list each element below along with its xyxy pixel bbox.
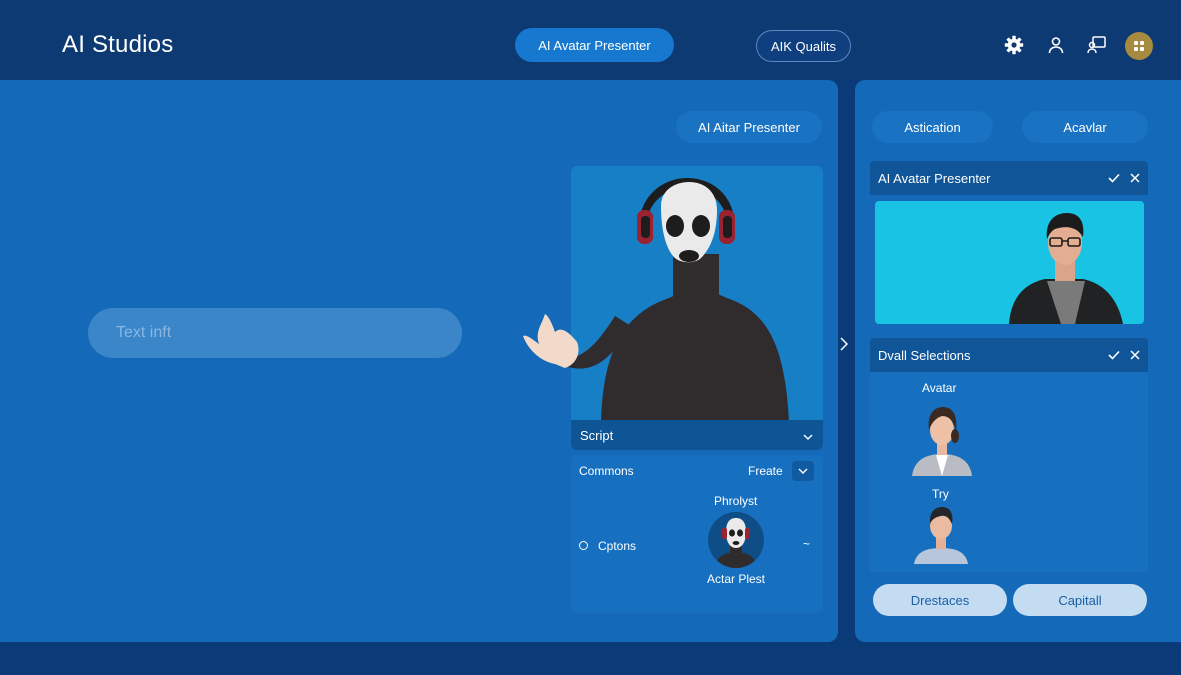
footer-bar [0,642,1181,675]
freate-label: Freate [748,464,783,478]
tab-astication[interactable]: Astication [872,111,993,143]
close-icon[interactable] [1130,350,1140,360]
masked-presenter-figure [523,178,789,422]
chevron-right-icon[interactable] [838,334,850,354]
try-label: Try [932,487,949,501]
options-label: Cptons [598,539,637,553]
presenter-figure [1009,213,1123,324]
selections-card-header: Dvall Selections [870,338,1148,372]
quality-pill[interactable]: AIK Qualits [756,30,851,62]
drestaces-button[interactable]: Drestaces [873,584,1007,616]
preview-presenter-pill[interactable]: AI Aitar Presenter [676,111,822,143]
avatar-thumbnail[interactable] [708,512,764,568]
avatar-label: Avatar [922,381,957,395]
app-header: AI Studios AI Avatar Presenter AIK Quali… [0,0,1181,80]
commons-label: Commons [579,464,634,478]
phrolyst-label: Phrolyst [714,494,758,508]
selections-area: Avatar Try [870,372,1148,572]
check-icon[interactable] [1108,350,1120,360]
brand-title: AI Studios [62,31,174,58]
chevron-down-icon [803,428,813,443]
script-label: Script [580,427,614,443]
gear-icon[interactable] [1003,34,1025,56]
presenter-icon[interactable] [1086,34,1108,56]
wave-icon[interactable]: ~ [803,537,810,551]
avatar-preview [523,166,823,422]
tab-acavlar[interactable]: Acavlar [1022,111,1148,143]
chevron-down-icon [798,468,808,474]
capitall-button[interactable]: Capitall [1013,584,1147,616]
script-dropdown[interactable]: Script [571,420,823,450]
presenter-card-title: AI Avatar Presenter [878,170,991,186]
avatar-presenter-pill[interactable]: AI Avatar Presenter [515,28,674,62]
selections-card-title: Dvall Selections [878,347,971,363]
options-radio[interactable] [579,541,588,550]
text-input[interactable] [88,308,462,358]
check-icon[interactable] [1108,173,1120,183]
avatar-option-female[interactable] [910,402,974,476]
presenter-video[interactable] [875,201,1144,324]
user-icon[interactable] [1045,34,1067,56]
avatar-caption: Actar Plest [707,572,766,586]
avatar-badge-icon[interactable] [1125,32,1153,60]
presenter-card-header: AI Avatar Presenter [870,161,1148,195]
freate-dropdown-toggle[interactable] [792,461,814,481]
close-icon[interactable] [1130,173,1140,183]
options-panel: Commons Freate Phrolyst Cptons Actar Ple… [571,455,823,613]
avatar-option-male[interactable] [912,504,970,564]
